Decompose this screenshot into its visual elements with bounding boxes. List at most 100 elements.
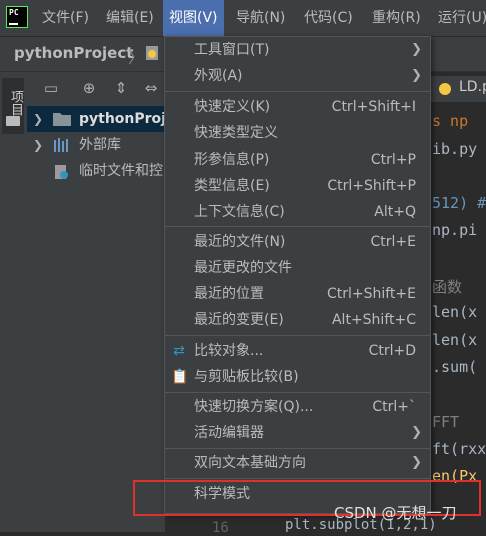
menu-item-label: 快速定义(K) [194,99,271,115]
menu-refactor[interactable]: 重构(R) [366,0,427,36]
code-line: len(x [432,303,478,321]
menu-file[interactable]: 文件(F) [36,0,95,36]
code-line: .sum( [432,358,478,376]
folder-icon [6,116,20,126]
menu-navigate[interactable]: 导航(N) [230,0,291,36]
menu-item-label: 双向文本基础方向 [194,455,306,471]
menu-item-label: 类型信息(E) [194,178,270,194]
menu-item-label: 上下文信息(C) [194,204,285,220]
tree-row-external-libraries[interactable]: ❯ 外部库 [27,132,165,158]
code-line: 512) # [432,194,486,212]
menu-item-recent-changes[interactable]: 最近的变更(E) Alt+Shift+C [165,307,430,333]
line-number: 16 [212,520,229,536]
menu-item-label: 形参信息(P) [194,152,270,168]
menu-item-parameter-info[interactable]: 形参信息(P) Ctrl+P [165,147,430,173]
menu-separator [165,335,430,336]
menu-separator [165,392,430,393]
menu-item-recently-changed-files[interactable]: 最近更改的文件 [165,255,430,281]
submenu-arrow-icon: ❯ [411,425,422,440]
menu-item-label: 快速切换方案(Q)... [194,399,314,415]
submenu-arrow-icon: ❯ [411,455,422,470]
pycharm-logo-icon: PC [6,6,28,28]
menu-item-label: 活动编辑器 [194,425,264,441]
menu-item-shortcut: Ctrl+Shift+P [327,178,416,194]
menu-separator [165,91,430,92]
menu-view[interactable]: 视图(V) [163,0,224,36]
menu-item-shortcut: Alt+Q [374,204,416,220]
view-menu-dropdown: 工具窗口(T) ❯ 外观(A) ❯ 快速定义(K) Ctrl+Shift+I 快… [164,36,431,514]
menu-item-quick-switch-scheme[interactable]: 快速切换方案(Q)... Ctrl+` [165,394,430,420]
menu-item-shortcut: Ctrl+` [372,399,416,415]
menu-edit[interactable]: 编辑(E) [100,0,160,36]
watermark: CSDN @无想一刀 [334,504,457,522]
menu-item-quick-definition[interactable]: 快速定义(K) Ctrl+Shift+I [165,94,430,120]
python-file-icon[interactable] [144,45,160,61]
menu-separator [165,478,430,479]
menu-item-label: 工具窗口(T) [194,42,270,58]
code-line: ft(rxx [432,440,486,458]
expand-arrow-icon[interactable]: ❯ [33,132,43,158]
menu-item-recent-files[interactable]: 最近的文件(N) Ctrl+E [165,229,430,255]
menu-item-label: 最近的文件(N) [194,234,286,250]
menu-item-context-info[interactable]: 上下文信息(C) Alt+Q [165,199,430,225]
menu-item-label: 比较对象... [194,343,264,359]
menu-item-label: 快速类型定义 [194,125,278,141]
clipboard-compare-icon: 📋 [171,369,189,385]
expand-icon[interactable]: ⇔ [141,78,161,98]
breadcrumb-project[interactable]: pythonProject [14,44,133,62]
menu-item-appearance[interactable]: 外观(A) ❯ [165,63,430,89]
code-line: ib.py [432,140,478,158]
menu-item-active-editor[interactable]: 活动编辑器 ❯ [165,420,430,446]
tree-label-external-libraries: 外部库 [79,137,121,153]
menu-separator [165,448,430,449]
menu-item-label: 与剪贴板比较(B) [194,369,299,385]
code-line: FFT [432,413,460,431]
left-tool-strip: 项目 [0,72,28,532]
menu-code[interactable]: 代码(C) [298,0,359,36]
library-icon [54,138,68,152]
menu-item-shortcut: Ctrl+Shift+E [326,286,416,302]
menu-item-shortcut: Alt+Shift+C [331,312,416,328]
tree-label-project: pythonProj [79,111,166,127]
project-panel: ▭ ⊕ ⇕ ⇔ ❯ pythonProj ❯ 外部库 临时文件和控 [27,72,166,532]
menu-item-shortcut: Ctrl+Shift+I [331,99,416,115]
expand-arrow-icon[interactable]: ❯ [33,106,43,132]
folder-icon [53,113,71,126]
select-opened-file-icon[interactable]: ▭ [41,78,61,98]
logo-text: PC [9,8,19,17]
breadcrumb-separator-icon: 〉 [128,48,145,67]
tree-label-scratches: 临时文件和控 [79,163,163,179]
compare-icon: ⇄ [173,343,185,359]
menu-item-recent-locations[interactable]: 最近的位置 Ctrl+Shift+E [165,281,430,307]
collapse-all-icon[interactable]: ⇕ [111,78,131,98]
scratch-file-icon [55,165,68,179]
code-line: np.pi [432,221,478,239]
menu-item-tool-windows[interactable]: 工具窗口(T) ❯ [165,37,430,63]
menu-item-type-info[interactable]: 类型信息(E) Ctrl+Shift+P [165,173,430,199]
menu-item-shortcut: Ctrl+P [370,152,416,168]
menu-run[interactable]: 运行(U) [432,0,486,36]
project-tool-tab-label: 项目 [8,90,23,116]
menu-item-bidi-text-direction[interactable]: 双向文本基础方向 ❯ [165,450,430,476]
menu-separator [165,226,430,227]
menu-item-label: 最近的位置 [194,286,264,302]
code-line: len(x [432,331,478,349]
submenu-arrow-icon: ❯ [411,68,422,83]
editor-tab-label[interactable]: LD.p [459,79,486,95]
code-line: s np [432,112,469,130]
menu-item-compare-with-clipboard[interactable]: 📋 与剪贴板比较(B) [165,364,430,390]
menu-item-label: 最近更改的文件 [194,260,292,276]
python-file-icon [439,83,451,95]
menu-item-quick-type-definition[interactable]: 快速类型定义 [165,120,430,146]
tree-row-scratches[interactable]: 临时文件和控 [27,158,165,184]
menu-bar: PC 文件(F) 编辑(E) 视图(V) 导航(N) 代码(C) 重构(R) 运… [0,0,486,37]
menu-item-shortcut: Ctrl+E [370,234,417,250]
tree-row-project[interactable]: ❯ pythonProj [27,106,166,132]
menu-item-shortcut: Ctrl+D [368,343,416,359]
menu-item-label: 最近的变更(E) [194,312,284,328]
locate-icon[interactable]: ⊕ [79,78,99,98]
submenu-arrow-icon: ❯ [411,42,422,57]
menu-item-compare-with[interactable]: ⇄ 比较对象... Ctrl+D [165,338,430,364]
code-line: 函数 [432,278,463,296]
menu-item-label: 外观(A) [194,68,243,84]
